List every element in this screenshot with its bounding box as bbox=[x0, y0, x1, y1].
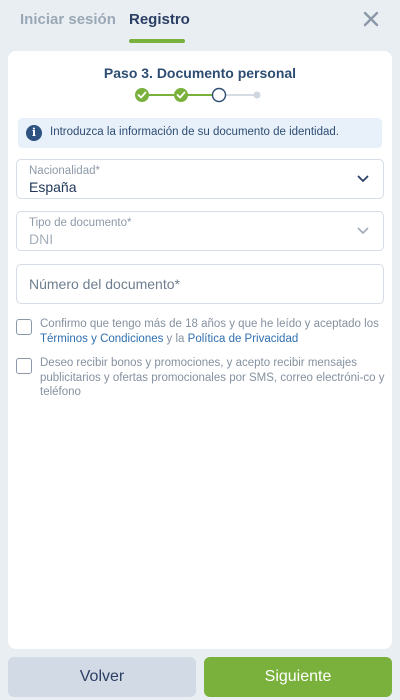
terms-text: Confirmo que tengo más de 18 años y que … bbox=[40, 317, 386, 346]
step-1-done-icon bbox=[135, 88, 149, 102]
chevron-down-icon bbox=[357, 175, 369, 182]
tab-login[interactable]: Iniciar sesión bbox=[20, 11, 116, 28]
nationality-select[interactable]: Nacionalidad* España bbox=[16, 159, 384, 199]
step-4-pending bbox=[253, 91, 261, 99]
terms-link[interactable]: Términos y Condiciones bbox=[40, 333, 163, 345]
tab-register[interactable]: Registro bbox=[129, 11, 190, 28]
chevron-down-icon bbox=[357, 227, 369, 234]
terms-text-pre: Confirmo que tengo más de 18 años y que … bbox=[40, 318, 379, 330]
info-banner: i Introduzca la información de su docume… bbox=[18, 118, 382, 148]
info-text: Introduzca la información de su document… bbox=[50, 126, 339, 138]
step-2-done-icon bbox=[174, 88, 188, 102]
nationality-label: Nacionalidad* bbox=[29, 165, 100, 177]
back-button[interactable]: Volver bbox=[8, 657, 196, 697]
document-type-value: DNI bbox=[29, 231, 54, 247]
marketing-text: Deseo recibir bonos y promociones, y ace… bbox=[40, 357, 385, 398]
footer-actions: Volver Siguiente bbox=[0, 650, 400, 700]
next-button[interactable]: Siguiente bbox=[204, 657, 392, 697]
close-icon[interactable] bbox=[362, 10, 380, 28]
nationality-value: España bbox=[29, 179, 77, 195]
registration-card: Paso 3. Documento personal i Introduzca … bbox=[8, 51, 392, 649]
document-type-select[interactable]: Tipo de documento* DNI bbox=[16, 211, 384, 251]
step-progress bbox=[135, 87, 261, 103]
terms-checkbox[interactable] bbox=[16, 319, 32, 335]
header-tabs: Iniciar sesión Registro bbox=[0, 0, 400, 44]
document-number-input[interactable]: Número del documento* bbox=[16, 264, 384, 304]
marketing-checkbox[interactable] bbox=[16, 358, 32, 374]
step-title: Paso 3. Documento personal bbox=[103, 65, 297, 81]
info-icon: i bbox=[26, 125, 42, 141]
document-type-label: Tipo de documento* bbox=[29, 217, 132, 229]
step-3-current bbox=[211, 87, 227, 103]
terms-text-mid: y la bbox=[163, 332, 188, 345]
privacy-link[interactable]: Política de Privacidad bbox=[188, 333, 299, 345]
document-number-placeholder: Número del documento* bbox=[29, 276, 180, 292]
active-tab-indicator bbox=[129, 39, 185, 43]
